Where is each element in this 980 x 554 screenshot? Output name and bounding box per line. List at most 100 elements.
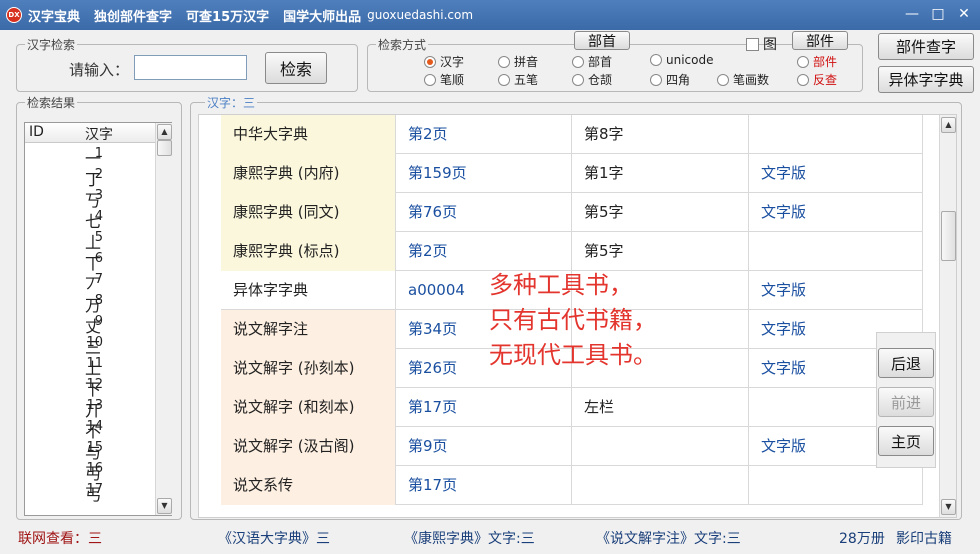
list-item[interactable]: 6丅 (25, 250, 155, 273)
title-tagline-3: 国学大师出品 (283, 9, 362, 25)
table-row: 说文解字 (和刻本) 第17页 左栏 (221, 388, 923, 427)
bujian-search-button[interactable]: 部件查字 (878, 33, 974, 60)
bushou-button[interactable]: 部首 (574, 31, 630, 50)
radio-dot-icon (498, 55, 510, 68)
book-cell: 说文系传 (221, 466, 396, 505)
status-ancient-link[interactable]: 影印古籍 (896, 528, 952, 548)
list-item[interactable]: 16 丏 (25, 460, 155, 483)
radio-pinyin[interactable]: 拼音 (498, 53, 538, 70)
col-char-header[interactable]: 汉字 (85, 124, 113, 144)
radio-cangjie[interactable]: 仓颉 (572, 71, 612, 88)
checkbox-box-icon (746, 37, 759, 51)
minimize-button[interactable]: — (904, 5, 920, 23)
book-cell: 说文解字 (孙刻本) (221, 349, 396, 388)
radio-dot-icon (797, 55, 809, 68)
title-url: guoxuedashi.com (367, 8, 474, 22)
table-row: 说文系传 第17页 (221, 466, 923, 505)
list-item[interactable]: 8万 (25, 292, 155, 315)
maximize-button[interactable]: □ (930, 5, 946, 23)
text-version-link[interactable]: 文字版 (749, 154, 923, 193)
tu-checkbox[interactable]: 图 (746, 34, 777, 54)
title-tagline-1: 独创部件查字 (94, 9, 173, 25)
list-item[interactable]: 14 不 (25, 418, 155, 441)
table-row: 中华大字典 第2页 第8字 (221, 115, 923, 154)
search-input[interactable] (134, 55, 247, 80)
table-scroll-thumb[interactable] (941, 211, 956, 261)
text-version-link[interactable]: 文字版 (749, 193, 923, 232)
list-item[interactable]: 2丁 (25, 166, 155, 189)
radio-bushou[interactable]: 部首 (572, 53, 612, 70)
text-version-link[interactable] (749, 232, 923, 271)
book-cell: 异体字字典 (221, 271, 396, 310)
radio-dot-icon (572, 73, 584, 86)
table-row: 说文解字 (汲古阁) 第9页 文字版 (221, 427, 923, 466)
radio-bishun[interactable]: 笔顺 (424, 71, 464, 88)
status-kangxi-link[interactable]: 《康熙字典》文字:三 (404, 528, 535, 548)
scroll-up-icon[interactable]: ▲ (157, 124, 172, 140)
list-item[interactable]: 13 丌 (25, 397, 155, 420)
page-link[interactable]: 第9页 (396, 427, 572, 466)
radio-dot-icon (717, 73, 729, 86)
page-link[interactable]: 第2页 (396, 115, 572, 154)
list-item[interactable]: 17 丐 (25, 481, 155, 504)
col-id-header[interactable]: ID (29, 124, 44, 140)
detail-group-label: 汉字：三 (205, 94, 258, 111)
list-item[interactable]: 3丂 (25, 187, 155, 210)
position-cell (572, 427, 749, 466)
table-scroll-up-icon[interactable]: ▲ (941, 117, 956, 133)
scroll-thumb[interactable] (157, 140, 172, 156)
radio-bihuashu[interactable]: 笔画数 (717, 71, 769, 88)
list-item[interactable]: 10 三 (25, 334, 155, 357)
bujian-button[interactable]: 部件 (792, 31, 848, 50)
search-button[interactable]: 检索 (265, 52, 327, 84)
list-item[interactable]: 5丄 (25, 229, 155, 252)
list-item-char: 丐 (85, 485, 102, 504)
scroll-down-icon[interactable]: ▼ (157, 498, 172, 514)
radio-unicode[interactable]: unicode (650, 53, 713, 67)
list-item[interactable]: 15 与 (25, 439, 155, 462)
position-cell (572, 466, 749, 505)
status-books-link[interactable]: 28万册 (839, 528, 885, 548)
book-cell: 康熙字典 (同文) (221, 193, 396, 232)
radio-dot-icon (572, 55, 584, 68)
list-item[interactable]: 11 上 (25, 355, 155, 378)
list-item[interactable]: 1一 (25, 145, 155, 168)
book-cell: 康熙字典 (内府) (221, 154, 396, 193)
result-list[interactable]: ID 汉字 1 一 2 丁 3 丂 4 七 5 丄 6 丅 7 丆 8 万 9 丈 10 三 11 上 12 下 13 丌 14 不 1… (24, 122, 172, 516)
status-hanyu-link[interactable]: 《汉语大字典》三 (218, 528, 330, 548)
radio-hanzi[interactable]: 汉字 (424, 53, 464, 70)
page-link[interactable]: 第2页 (396, 232, 572, 271)
radio-fancha[interactable]: 反查 (797, 71, 837, 88)
page-link[interactable]: 第17页 (396, 466, 572, 505)
status-shuowen-link[interactable]: 《说文解字注》文字:三 (596, 528, 741, 548)
list-item[interactable]: 9丈 (25, 313, 155, 336)
page-link[interactable]: 第17页 (396, 388, 572, 427)
forward-button[interactable]: 前进 (878, 387, 934, 417)
radio-dot-icon (650, 54, 662, 66)
list-scrollbar[interactable]: ▲ ▼ (155, 123, 172, 515)
text-version-link[interactable] (749, 115, 923, 154)
home-button[interactable]: 主页 (878, 426, 934, 456)
radio-dot-icon (424, 55, 436, 68)
list-item[interactable]: 4七 (25, 208, 155, 231)
radio-wubi[interactable]: 五笔 (498, 71, 538, 88)
list-item[interactable]: 12 下 (25, 376, 155, 399)
page-link[interactable]: 第159页 (396, 154, 572, 193)
table-row: 康熙字典 (内府) 第159页 第1字 文字版 (221, 154, 923, 193)
table-scrollbar[interactable]: ▲ ▼ (939, 115, 956, 517)
table-scroll-down-icon[interactable]: ▼ (941, 499, 956, 515)
position-cell: 第5字 (572, 232, 749, 271)
method-group-label: 检索方式 (376, 36, 429, 53)
book-cell: 康熙字典 (标点) (221, 232, 396, 271)
search-group: 汉字检索 请输入： 检索 (16, 36, 358, 92)
text-version-link[interactable] (749, 466, 923, 505)
page-link[interactable]: 第76页 (396, 193, 572, 232)
close-button[interactable]: ✕ (956, 5, 972, 23)
variant-dict-button[interactable]: 异体字字典 (878, 66, 974, 93)
radio-sijiao[interactable]: 四角 (650, 71, 690, 88)
text-version-link[interactable]: 文字版 (749, 271, 923, 310)
back-button[interactable]: 后退 (878, 348, 934, 378)
list-item[interactable]: 7丆 (25, 271, 155, 294)
status-online-link[interactable]: 联网查看：三 (18, 528, 102, 548)
radio-bujian[interactable]: 部件 (797, 53, 837, 70)
